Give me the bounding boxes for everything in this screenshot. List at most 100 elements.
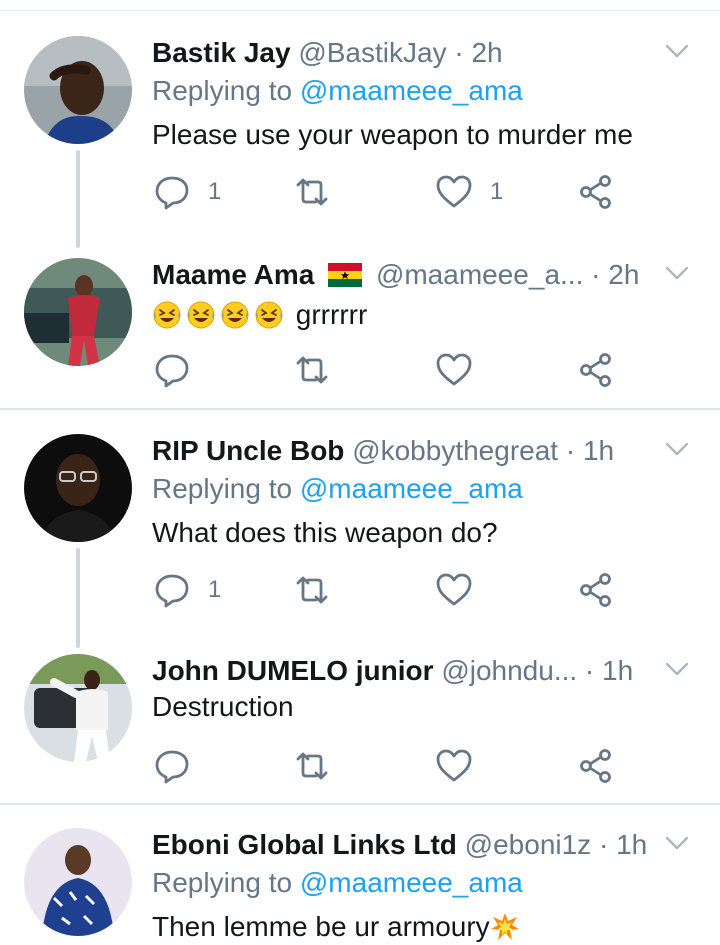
like-button[interactable] [434, 570, 474, 610]
separator-dot: · [577, 655, 603, 686]
timestamp[interactable]: 1h [583, 435, 614, 466]
rolling-on-floor-laughing-icon [186, 300, 216, 330]
avatar[interactable] [24, 36, 132, 144]
reply-button[interactable] [152, 746, 192, 786]
replying-to-label: Replying to [152, 75, 293, 106]
retweet-icon [292, 172, 332, 212]
display-name[interactable]: Bastik Jay [152, 37, 291, 68]
tweet-header: Bastik Jay @BastikJay · 2h [152, 36, 503, 70]
avatar[interactable] [24, 434, 132, 542]
tweet-text: What does this weapon do? [152, 517, 498, 548]
rolling-on-floor-laughing-icon [254, 300, 284, 330]
tweet-divider [0, 803, 720, 805]
tweet-text: Please use your weapon to murder me [152, 119, 633, 150]
tweet-text: Then lemme be ur armoury [152, 910, 524, 944]
timestamp[interactable]: 2h [471, 37, 502, 68]
reply-count: 1 [208, 178, 222, 205]
chevron-down-icon[interactable] [664, 656, 690, 682]
share-button[interactable] [576, 570, 616, 610]
replying-to: Replying to @maameee_ama [152, 74, 523, 108]
share-button[interactable] [576, 746, 616, 786]
like-button[interactable] [434, 350, 474, 390]
like-button[interactable]: 1 [434, 172, 503, 212]
tweet-text: Destruction [152, 691, 294, 722]
reply-icon [152, 570, 192, 610]
timestamp[interactable]: 1h [602, 655, 633, 686]
reply-icon [152, 746, 192, 786]
avatar[interactable] [24, 258, 132, 366]
chevron-down-icon[interactable] [664, 436, 690, 462]
reply-button[interactable]: 1 [152, 172, 221, 212]
retweet-button[interactable] [292, 350, 332, 390]
user-handle[interactable]: @eboni1z [465, 829, 592, 860]
display-name[interactable]: John DUMELO junior [152, 655, 434, 686]
tweet-header: John DUMELO junior @johndu... · 1h [152, 654, 633, 688]
retweet-icon [292, 746, 332, 786]
tweet[interactable]: RIP Uncle Bob @kobbythegreat · 1h Replyi… [0, 434, 720, 620]
tweet-text-content: grrrrrr [295, 299, 368, 330]
replying-to-label: Replying to [152, 473, 293, 504]
reply-count: 1 [208, 576, 222, 603]
retweet-icon [292, 570, 332, 610]
tweet[interactable]: Eboni Global Links Ltd @eboni1z · 1h Rep… [0, 828, 720, 945]
chevron-down-icon[interactable] [664, 38, 690, 64]
retweet-button[interactable] [292, 570, 332, 610]
share-button[interactable] [576, 350, 616, 390]
avatar[interactable] [24, 654, 132, 762]
reply-icon [152, 350, 192, 390]
chevron-down-icon[interactable] [664, 830, 690, 856]
display-name[interactable]: RIP Uncle Bob [152, 435, 344, 466]
replying-to-label: Replying to [152, 867, 293, 898]
user-handle[interactable]: @johndu... [441, 655, 577, 686]
user-handle[interactable]: @BastikJay [298, 37, 446, 68]
tweet-actions [152, 350, 672, 390]
tweet[interactable]: John DUMELO junior @johndu... · 1h Destr… [0, 654, 720, 784]
mention-link[interactable]: @maameee_ama [300, 867, 523, 898]
separator-dot: · [558, 435, 583, 466]
collision-icon [490, 912, 520, 942]
retweet-button[interactable] [292, 172, 348, 212]
share-icon [576, 746, 616, 786]
tweet[interactable]: Maame Ama @maameee_a... · 2h grrrrrr [0, 258, 720, 388]
retweet-button[interactable] [292, 746, 332, 786]
tweet-header: Maame Ama @maameee_a... · 2h [152, 258, 639, 292]
share-icon [576, 350, 616, 390]
tweet[interactable]: Bastik Jay @BastikJay · 2h Replying to @… [0, 36, 720, 222]
like-button[interactable] [434, 746, 474, 786]
replying-to: Replying to @maameee_ama [152, 472, 523, 506]
tweet-actions [152, 746, 672, 786]
user-handle[interactable]: @kobbythegreat [352, 435, 558, 466]
display-name[interactable]: Maame Ama [152, 259, 314, 290]
share-icon [576, 570, 616, 610]
tweet-header: RIP Uncle Bob @kobbythegreat · 1h [152, 434, 614, 468]
retweet-icon [292, 350, 332, 390]
avatar[interactable] [24, 828, 132, 936]
reply-button[interactable] [152, 350, 192, 390]
tweet-text: grrrrrr [152, 298, 367, 332]
chevron-down-icon[interactable] [664, 260, 690, 286]
replying-to: Replying to @maameee_ama [152, 866, 523, 900]
reply-button[interactable]: 1 [152, 570, 221, 610]
top-divider [0, 10, 720, 11]
separator-dot: · [583, 259, 609, 290]
rolling-on-floor-laughing-icon [152, 300, 182, 330]
separator-dot: · [591, 829, 617, 860]
tweet-actions: 1 1 [152, 172, 672, 212]
heart-icon [434, 746, 474, 786]
share-button[interactable] [576, 172, 616, 212]
user-handle[interactable]: @maameee_a... [376, 259, 583, 290]
mention-link[interactable]: @maameee_ama [300, 473, 523, 504]
ghana-flag-icon [328, 263, 363, 287]
rolling-on-floor-laughing-icon [220, 300, 250, 330]
tweet-header: Eboni Global Links Ltd @eboni1z · 1h [152, 828, 647, 862]
reply-icon [152, 172, 192, 212]
heart-icon [434, 350, 474, 390]
display-name[interactable]: Eboni Global Links Ltd [152, 829, 457, 860]
share-icon [576, 172, 616, 212]
timestamp[interactable]: 1h [616, 829, 647, 860]
tweet-divider [0, 408, 720, 410]
timestamp[interactable]: 2h [608, 259, 639, 290]
mention-link[interactable]: @maameee_ama [300, 75, 523, 106]
like-count: 1 [490, 178, 504, 205]
tweet-text-content: Then lemme be ur armoury [152, 911, 490, 942]
